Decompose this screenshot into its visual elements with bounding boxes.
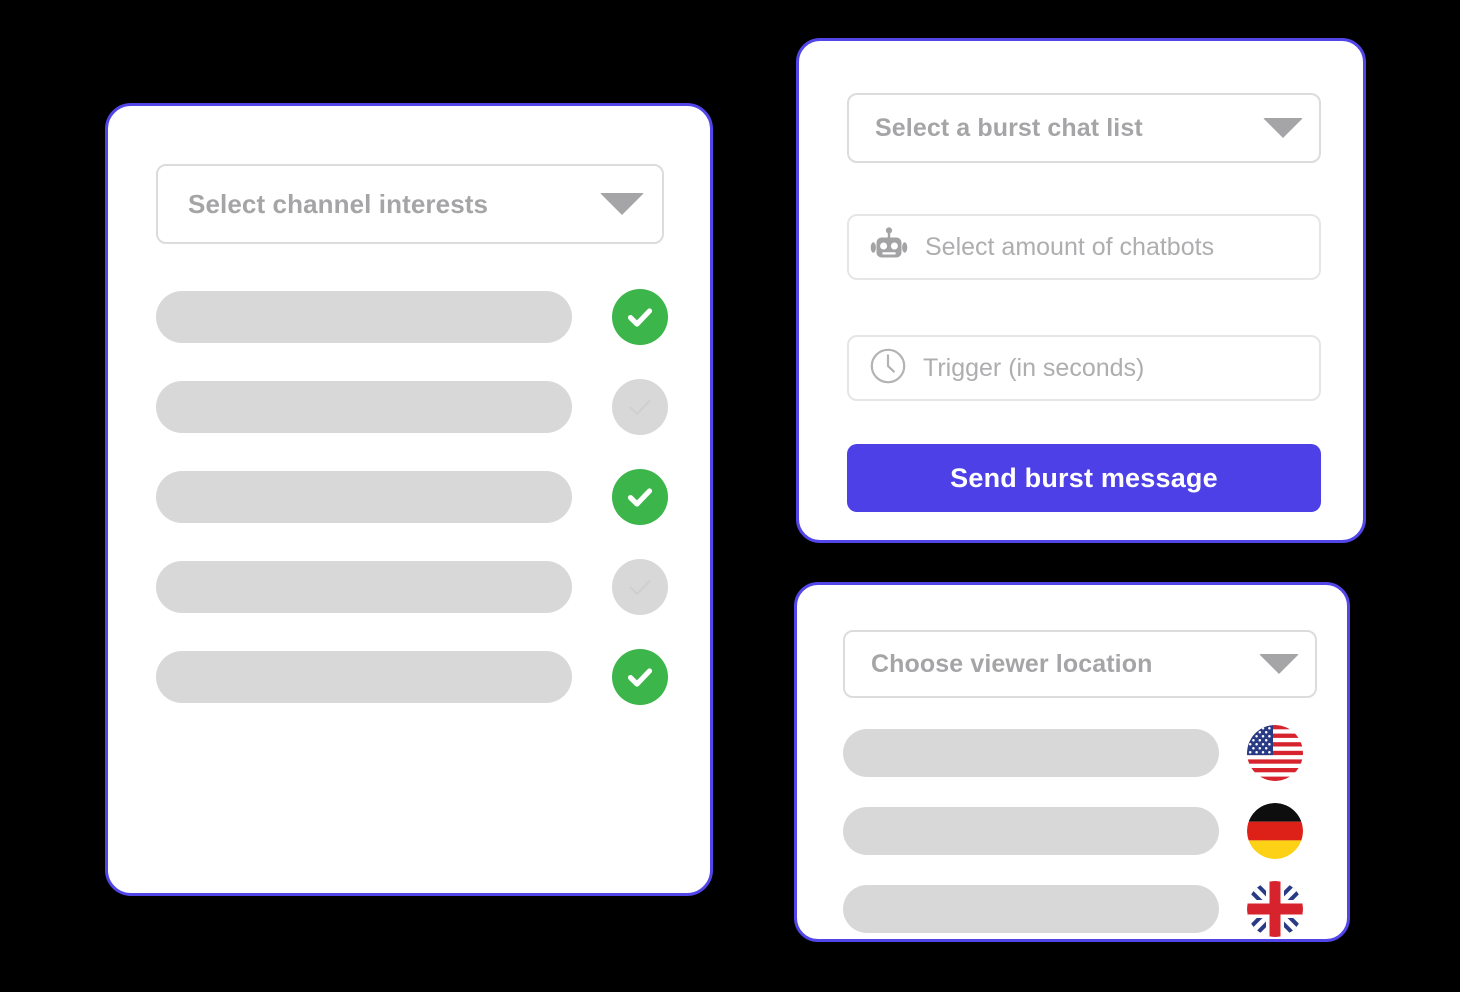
location-placeholder-bar [843, 807, 1219, 855]
viewer-location-card: Choose viewer location [794, 582, 1350, 942]
robot-icon [869, 227, 909, 268]
burst-chat-list-select-label: Select a burst chat list [875, 114, 1143, 143]
interest-placeholder-bar [156, 561, 572, 613]
location-row[interactable] [843, 881, 1343, 937]
chevron-down-icon [1259, 654, 1299, 674]
check-circle-icon[interactable] [612, 559, 668, 615]
interest-row[interactable] [156, 649, 668, 705]
burst-message-card: Select a burst chat list Select amount o… [796, 38, 1366, 543]
flag-us-icon [1247, 725, 1303, 781]
interest-placeholder-bar [156, 291, 572, 343]
channel-interests-select[interactable]: Select channel interests [156, 164, 664, 244]
location-placeholder-bar [843, 885, 1219, 933]
check-circle-icon[interactable] [612, 649, 668, 705]
location-row[interactable] [843, 803, 1343, 859]
flag-de-icon [1247, 803, 1303, 859]
interest-placeholder-bar [156, 381, 572, 433]
chatbots-amount-field[interactable]: Select amount of chatbots [847, 214, 1321, 280]
trigger-seconds-placeholder: Trigger (in seconds) [923, 354, 1144, 383]
check-circle-icon[interactable] [612, 469, 668, 525]
channel-interests-select-label: Select channel interests [188, 189, 488, 220]
interest-placeholder-bar [156, 471, 572, 523]
location-placeholder-bar [843, 729, 1219, 777]
clock-icon [869, 347, 907, 390]
trigger-seconds-field[interactable]: Trigger (in seconds) [847, 335, 1321, 401]
flag-gb-icon [1247, 881, 1303, 937]
interest-row[interactable] [156, 559, 668, 615]
chevron-down-icon [1263, 118, 1303, 138]
interest-row[interactable] [156, 379, 668, 435]
interest-placeholder-bar [156, 651, 572, 703]
send-burst-message-button[interactable]: Send burst message [847, 444, 1321, 512]
channel-interests-card: Select channel interests [105, 103, 713, 896]
check-circle-icon[interactable] [612, 379, 668, 435]
location-row[interactable] [843, 725, 1343, 781]
interest-row[interactable] [156, 469, 668, 525]
chatbots-amount-placeholder: Select amount of chatbots [925, 233, 1214, 262]
chevron-down-icon [600, 193, 644, 215]
check-circle-icon[interactable] [612, 289, 668, 345]
interest-row[interactable] [156, 289, 668, 345]
burst-chat-list-select[interactable]: Select a burst chat list [847, 93, 1321, 163]
viewer-location-select-label: Choose viewer location [871, 650, 1152, 679]
viewer-location-select[interactable]: Choose viewer location [843, 630, 1317, 698]
